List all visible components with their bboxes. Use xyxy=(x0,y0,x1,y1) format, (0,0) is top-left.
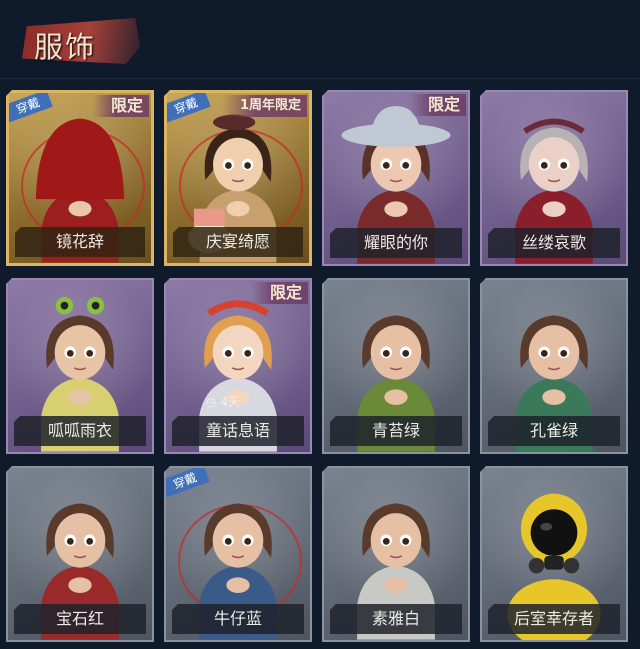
costume-name: 镜花辞 xyxy=(15,227,145,257)
costume-card[interactable]: 呱呱雨衣 xyxy=(6,278,154,454)
clock-icon: ◷ xyxy=(206,395,217,409)
costume-card[interactable]: 后室幸存者 xyxy=(480,466,628,642)
costume-name: 青苔绿 xyxy=(330,416,462,446)
timer-indicator: ◷ 4天 xyxy=(206,393,240,410)
costume-name: 庆宴绮愿 xyxy=(173,227,303,257)
costume-card[interactable]: 穿戴 牛仔蓝 xyxy=(164,466,312,642)
costume-name: 童话息语 xyxy=(172,416,304,446)
costume-name: 丝缕哀歌 xyxy=(488,228,620,258)
costume-card[interactable]: 丝缕哀歌 xyxy=(480,90,628,266)
limited-badge: 限定 xyxy=(92,95,149,117)
costume-name: 呱呱雨衣 xyxy=(14,416,146,446)
costume-card[interactable]: 宝石红 xyxy=(6,466,154,642)
costume-name: 素雅白 xyxy=(330,604,462,634)
costume-name: 牛仔蓝 xyxy=(172,604,304,634)
costume-name: 宝石红 xyxy=(14,604,146,634)
limited-badge: 限定 xyxy=(409,94,466,116)
costume-name: 后室幸存者 xyxy=(488,604,620,634)
costume-card[interactable]: 素雅白 xyxy=(322,466,470,642)
costume-grid: 穿戴 限定 镜花辞 穿戴 1周年限定 庆宴绮愿 限定 耀眼的你 丝缕哀歌 呱呱雨… xyxy=(0,0,640,649)
costume-card[interactable]: 穿戴 限定 镜花辞 xyxy=(6,90,154,266)
limited-badge: 1周年限定 xyxy=(221,95,307,117)
limited-badge: 限定 xyxy=(251,282,308,304)
timer-text: 4天 xyxy=(220,395,240,409)
costume-card[interactable]: 限定耀眼的你 xyxy=(322,90,470,266)
costume-card[interactable]: 穿戴 1周年限定 庆宴绮愿 xyxy=(164,90,312,266)
costume-name: 耀眼的你 xyxy=(330,228,462,258)
costume-name: 孔雀绿 xyxy=(488,416,620,446)
costume-card[interactable]: 青苔绿 xyxy=(322,278,470,454)
costume-card[interactable]: 孔雀绿 xyxy=(480,278,628,454)
costume-card[interactable]: 限定 ◷ 4天童话息语 xyxy=(164,278,312,454)
